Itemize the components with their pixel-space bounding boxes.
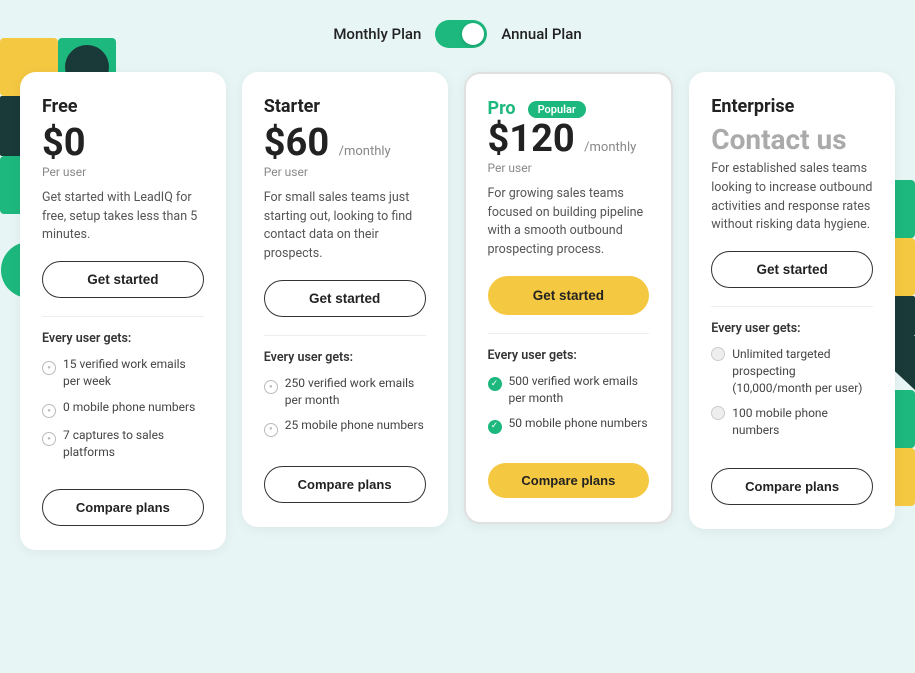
free-compare-button[interactable]: Compare plans xyxy=(42,489,204,526)
free-feature-1: ● 15 verified work emails per week xyxy=(42,356,204,390)
pro-plan-name: Pro xyxy=(488,98,516,119)
monthly-plan-label: Monthly Plan xyxy=(333,25,421,43)
starter-per-user: Per user xyxy=(264,165,426,179)
free-divider xyxy=(42,316,204,317)
pro-plan-card: Pro Popular $120 /monthly Per user For g… xyxy=(464,72,674,524)
pro-description: For growing sales teams focused on build… xyxy=(488,185,650,260)
pro-feature-2-icon: ✓ xyxy=(488,416,502,433)
starter-feature-2: ● 25 mobile phone numbers xyxy=(264,417,426,436)
starter-features-heading: Every user gets: xyxy=(264,350,426,365)
free-plan-price: $0 xyxy=(42,123,204,165)
enterprise-divider xyxy=(711,306,873,307)
pro-cta-button[interactable]: Get started xyxy=(488,276,650,315)
pro-feature-1-icon: ✓ xyxy=(488,374,502,391)
free-feature-1-icon: ● xyxy=(42,357,56,375)
starter-compare-button[interactable]: Compare plans xyxy=(264,466,426,503)
enterprise-feature-1: Unlimited targeted prospecting (10,000/m… xyxy=(711,346,873,396)
free-feature-2-icon: ● xyxy=(42,400,56,418)
pro-plan-header: Pro Popular xyxy=(488,98,650,119)
free-feature-list: ● 15 verified work emails per week ● 0 m… xyxy=(42,356,204,469)
starter-divider xyxy=(264,335,426,336)
enterprise-compare-button[interactable]: Compare plans xyxy=(711,468,873,505)
enterprise-plan-card: Enterprise Contact us For established sa… xyxy=(689,72,895,529)
free-feature-3-icon: ● xyxy=(42,428,56,446)
enterprise-plan-price: Contact us xyxy=(711,123,873,156)
pro-features-heading: Every user gets: xyxy=(488,348,650,363)
enterprise-feature-1-icon xyxy=(711,347,725,366)
free-plan-name: Free xyxy=(42,96,204,117)
free-features-heading: Every user gets: xyxy=(42,331,204,346)
plans-container: Free $0 Per user Get started with LeadIQ… xyxy=(20,72,895,550)
enterprise-features-heading: Every user gets: xyxy=(711,321,873,336)
toggle-knob xyxy=(462,23,484,45)
starter-feature-1-icon: ● xyxy=(264,376,278,394)
starter-plan-name: Starter xyxy=(264,96,426,117)
starter-feature-2-icon: ● xyxy=(264,418,278,436)
starter-cta-button[interactable]: Get started xyxy=(264,280,426,317)
enterprise-feature-2: 100 mobile phone numbers xyxy=(711,405,873,439)
starter-feature-1: ● 250 verified work emails per month xyxy=(264,375,426,409)
pro-compare-button[interactable]: Compare plans xyxy=(488,463,650,498)
free-feature-2: ● 0 mobile phone numbers xyxy=(42,399,204,418)
enterprise-cta-button[interactable]: Get started xyxy=(711,251,873,288)
pro-divider xyxy=(488,333,650,334)
free-plan-card: Free $0 Per user Get started with LeadIQ… xyxy=(20,72,226,550)
free-description: Get started with LeadIQ for free, setup … xyxy=(42,189,204,245)
enterprise-feature-2-icon xyxy=(711,406,725,425)
free-per-user: Per user xyxy=(42,165,204,179)
enterprise-feature-list: Unlimited targeted prospecting (10,000/m… xyxy=(711,346,873,448)
popular-badge: Popular xyxy=(528,101,586,118)
enterprise-plan-name: Enterprise xyxy=(711,96,873,117)
pro-plan-price: $120 /monthly xyxy=(488,119,650,161)
pro-feature-1: ✓ 500 verified work emails per month xyxy=(488,373,650,407)
starter-plan-price: $60 /monthly xyxy=(264,123,426,165)
pro-feature-2: ✓ 50 mobile phone numbers xyxy=(488,415,650,433)
starter-description: For small sales teams just starting out,… xyxy=(264,189,426,264)
billing-toggle[interactable] xyxy=(435,20,487,48)
starter-plan-card: Starter $60 /monthly Per user For small … xyxy=(242,72,448,527)
starter-feature-list: ● 250 verified work emails per month ● 2… xyxy=(264,375,426,446)
annual-plan-label: Annual Plan xyxy=(501,25,581,43)
free-cta-button[interactable]: Get started xyxy=(42,261,204,298)
pro-feature-list: ✓ 500 verified work emails per month ✓ 5… xyxy=(488,373,650,443)
pro-per-user: Per user xyxy=(488,161,650,175)
billing-toggle-container: Monthly Plan Annual Plan xyxy=(20,20,895,48)
enterprise-description: For established sales teams looking to i… xyxy=(711,160,873,235)
free-feature-3: ● 7 captures to sales platforms xyxy=(42,427,204,461)
